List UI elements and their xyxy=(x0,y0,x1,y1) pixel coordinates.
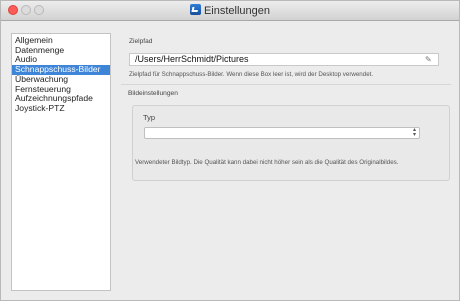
app-icon xyxy=(189,4,201,15)
zielpfad-label: Zielpfad xyxy=(129,38,153,45)
divider xyxy=(121,84,451,85)
sidebar: Allgemein Datenmenge Audio Schnappschuss… xyxy=(11,33,111,291)
typ-select[interactable]: ▴ ▾ xyxy=(144,127,420,139)
bildeinstellungen-group xyxy=(132,105,450,181)
typ-label: Typ xyxy=(143,113,156,122)
zielpfad-hint: Zielpfad für Schnappschuss-Bilder. Wenn … xyxy=(129,71,374,78)
pencil-icon[interactable]: ✎ xyxy=(425,56,433,64)
window-title-wrap: Einstellungen xyxy=(1,4,459,17)
window-title: Einstellungen xyxy=(203,5,271,17)
zielpfad-input[interactable]: /Users/HerrSchmidt/Pictures ✎ xyxy=(129,53,439,66)
preferences-window: Einstellungen Allgemein Datenmenge Audio… xyxy=(0,0,460,301)
select-arrows-icon: ▴ ▾ xyxy=(412,127,416,138)
title-bar: Einstellungen xyxy=(1,1,459,21)
bildtyp-hint: Verwendeter Bildtyp. Die Qualität kann d… xyxy=(135,159,399,166)
zielpfad-value: /Users/HerrSchmidt/Pictures xyxy=(135,54,249,64)
sidebar-item-joystick-ptz[interactable]: Joystick-PTZ xyxy=(12,103,110,114)
bildeinstellungen-label: Bildeinstellungen xyxy=(128,90,178,97)
